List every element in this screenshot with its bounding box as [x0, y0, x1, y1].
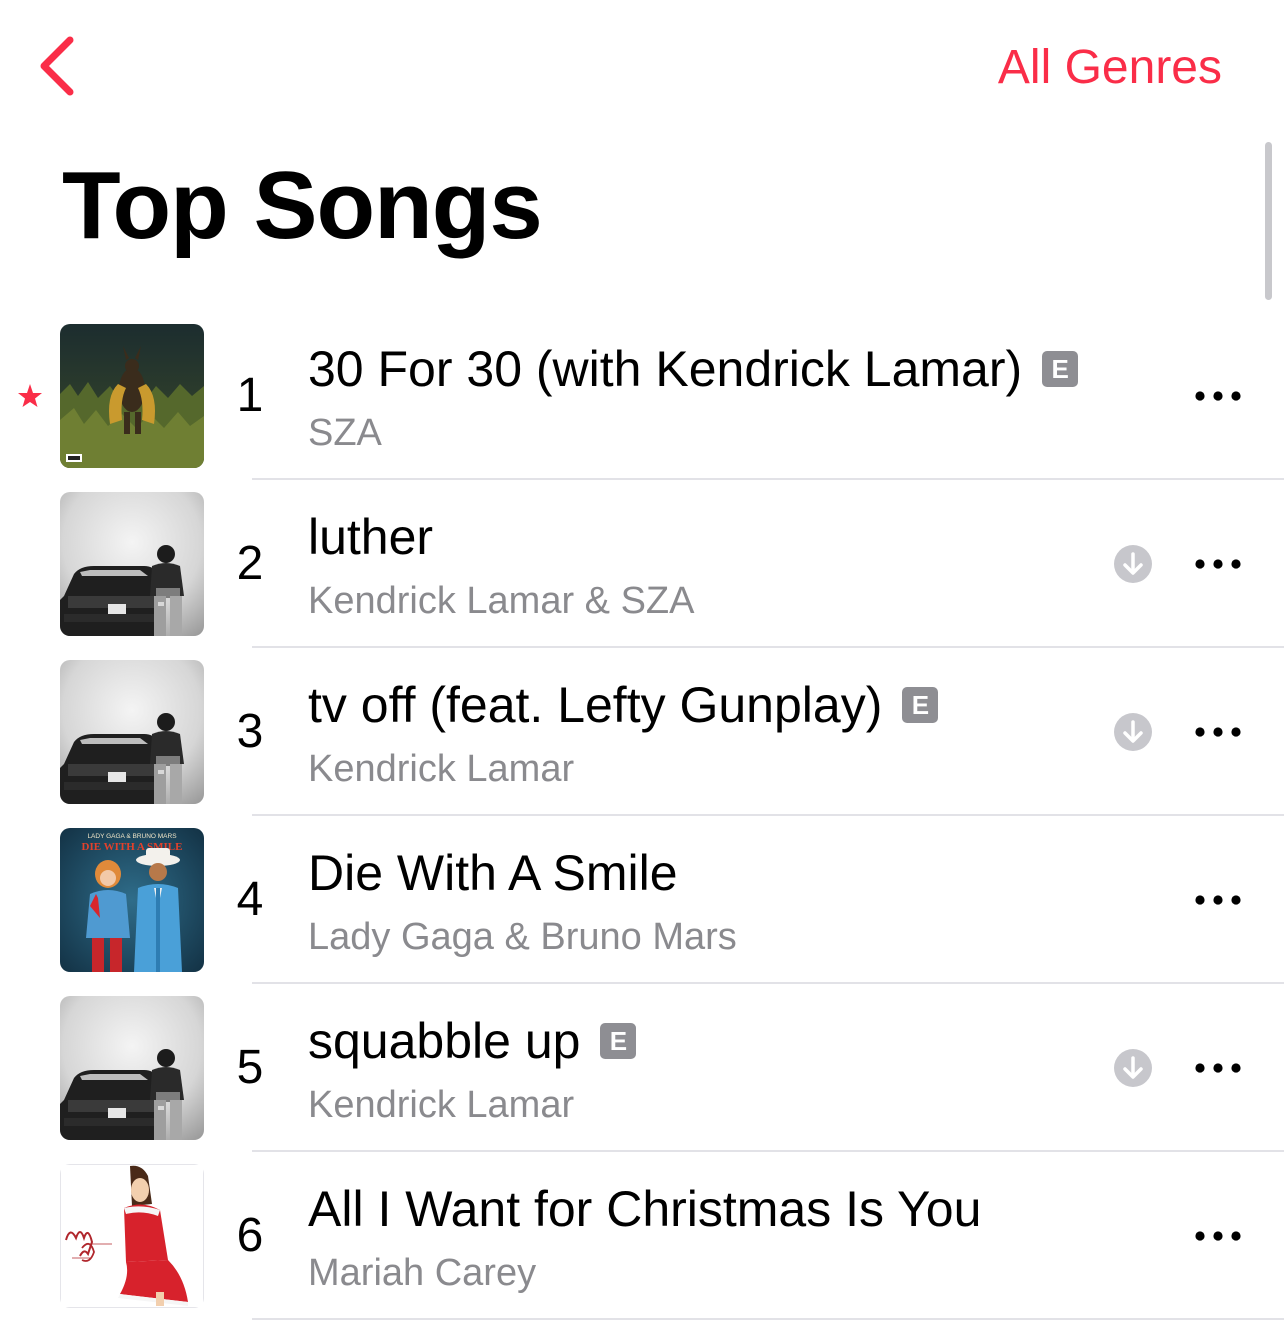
song-title-line: squabble up E: [308, 1010, 637, 1072]
explicit-badge: E: [902, 687, 939, 723]
song-title: luther: [308, 509, 434, 565]
page-title: Top Songs: [62, 152, 543, 259]
song-title-line: Die With A Smile: [308, 842, 678, 904]
song-row[interactable]: LADY GAGA & BRUNO MARS DIE WITH A SMILE 4 D…: [0, 816, 1284, 984]
all-genres-button[interactable]: All Genres: [998, 38, 1222, 98]
song-list: 1 30 For 30 (with Kendrick Lamar) E SZA 2 lut…: [0, 312, 1284, 1320]
album-artwork: [60, 492, 204, 636]
download-button[interactable]: [1113, 1048, 1153, 1088]
explicit-badge: E: [600, 1023, 637, 1059]
song-title-line: All I Want for Christmas Is You: [308, 1178, 981, 1240]
svg-text:LADY GAGA & BRUNO MARS: LADY GAGA & BRUNO MARS: [87, 833, 177, 840]
song-artist: Kendrick Lamar: [308, 748, 575, 790]
song-artist: Mariah Carey: [308, 1252, 537, 1294]
more-options-button[interactable]: [1188, 712, 1248, 752]
song-title: squabble up: [308, 1013, 581, 1069]
song-title: tv off (feat. Lefty Gunplay): [308, 677, 883, 733]
scroll-indicator[interactable]: [1265, 142, 1272, 300]
song-artist: Lady Gaga & Bruno Mars: [308, 916, 737, 958]
more-options-button[interactable]: [1188, 880, 1248, 920]
rank-number: 4: [236, 873, 264, 926]
album-artwork: [60, 996, 204, 1140]
song-row[interactable]: 6 All I Want for Christmas Is You Mariah C…: [0, 1152, 1284, 1320]
album-artwork: [60, 324, 204, 468]
ellipsis-icon: [1195, 1231, 1241, 1241]
song-row[interactable]: 3 tv off (feat. Lefty Gunplay) E Kendrick L…: [0, 648, 1284, 816]
rank-number: 6: [236, 1209, 264, 1262]
song-title: All I Want for Christmas Is You: [308, 1181, 982, 1237]
song-artist: Kendrick Lamar & SZA: [308, 580, 695, 622]
album-artwork: [60, 1164, 204, 1308]
rank-number: 1: [236, 369, 264, 422]
ellipsis-icon: [1195, 895, 1241, 905]
ellipsis-icon: [1195, 727, 1241, 737]
more-options-button[interactable]: [1188, 544, 1248, 584]
ellipsis-icon: [1195, 391, 1241, 401]
song-title-line: 30 For 30 (with Kendrick Lamar) E: [308, 338, 1079, 400]
rank-number: 2: [236, 537, 264, 590]
navigation-bar: All Genres: [0, 0, 1284, 130]
album-artwork: [60, 660, 204, 804]
rank-number: 5: [236, 1041, 264, 1094]
download-button[interactable]: [1113, 712, 1153, 752]
chevron-left-icon: [40, 36, 74, 96]
download-button[interactable]: [1113, 544, 1153, 584]
song-artist: Kendrick Lamar: [308, 1084, 575, 1126]
song-title-line: luther: [308, 506, 433, 568]
ellipsis-icon: [1195, 1063, 1241, 1073]
download-arrow-icon: [1114, 545, 1152, 583]
more-options-button[interactable]: [1188, 1048, 1248, 1088]
more-options-button[interactable]: [1188, 1216, 1248, 1256]
download-arrow-icon: [1114, 713, 1152, 751]
rank-number: 3: [236, 705, 264, 758]
song-title-line: tv off (feat. Lefty Gunplay) E: [308, 674, 939, 736]
song-row[interactable]: 2 luther Kendrick Lamar & SZA: [0, 480, 1284, 648]
ellipsis-icon: [1195, 559, 1241, 569]
song-title: 30 For 30 (with Kendrick Lamar): [308, 341, 1023, 397]
song-title: Die With A Smile: [308, 845, 678, 901]
explicit-badge: E: [1042, 351, 1079, 387]
top-songs-screen: All Genres Top Songs 1 30 For 30 (with Ke…: [0, 0, 1284, 1320]
more-options-button[interactable]: [1188, 376, 1248, 416]
back-button[interactable]: [30, 30, 86, 102]
download-arrow-icon: [1114, 1049, 1152, 1087]
song-row[interactable]: 5 squabble up E Kendrick Lamar: [0, 984, 1284, 1152]
album-artwork: LADY GAGA & BRUNO MARS DIE WITH A SMILE: [60, 828, 204, 972]
song-artist: SZA: [308, 412, 382, 454]
song-row[interactable]: 1 30 For 30 (with Kendrick Lamar) E SZA: [0, 312, 1284, 480]
star-icon: [12, 378, 48, 414]
